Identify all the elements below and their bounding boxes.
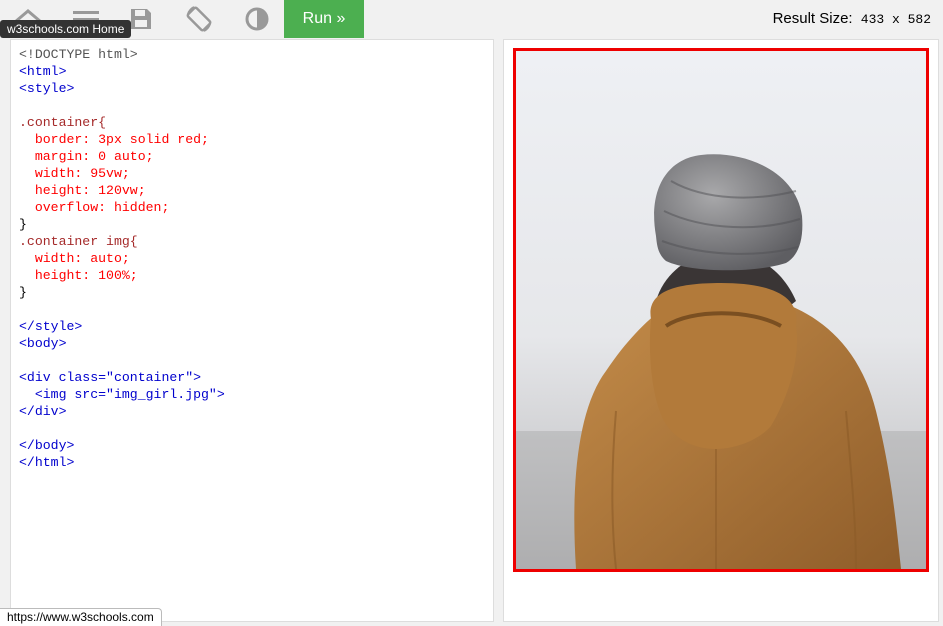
code-line: .container{	[19, 115, 107, 130]
code-line: </div>	[19, 404, 67, 419]
code-editor[interactable]: <!DOCTYPE html> <html> <style> .containe…	[10, 39, 494, 622]
result-size-value: 433 x 582	[860, 12, 931, 27]
code-line: .container img{	[19, 234, 138, 249]
code-line: </html>	[19, 455, 75, 470]
code-line: <html>	[19, 64, 67, 79]
home-tooltip: w3schools.com Home	[0, 20, 132, 38]
contrast-icon	[245, 7, 269, 31]
result-size: Result Size: 433 x 582	[773, 10, 931, 27]
result-size-label: Result Size:	[772, 10, 853, 27]
code-line: <body>	[19, 336, 67, 351]
code-line: margin: 0 auto;	[19, 149, 154, 164]
result-panel	[503, 39, 939, 622]
result-image	[516, 51, 926, 569]
code-line: <!DOCTYPE html>	[19, 47, 138, 62]
code-line: height: 100%;	[19, 268, 138, 283]
code-line: <style>	[19, 81, 75, 96]
result-container	[513, 48, 929, 572]
code-line: border: 3px solid red;	[19, 132, 209, 147]
code-line: <div class="container">	[19, 370, 202, 385]
rotate-icon	[186, 6, 212, 32]
code-line: </body>	[19, 438, 75, 453]
save-icon	[131, 9, 151, 29]
run-button[interactable]: Run »	[284, 0, 364, 38]
code-line: <img src="img_girl.jpg">	[19, 387, 225, 402]
code-line: width: auto;	[19, 251, 130, 266]
code-line: height: 120vw;	[19, 183, 146, 198]
contrast-button[interactable]	[242, 0, 272, 38]
code-line: </style>	[19, 319, 83, 334]
status-bar-url: https://www.w3schools.com	[0, 608, 162, 626]
code-line: width: 95vw;	[19, 166, 130, 181]
toolbar: Run » w3schools.com Home Result Size: 43…	[0, 0, 943, 38]
code-text[interactable]: <!DOCTYPE html> <html> <style> .containe…	[11, 40, 493, 471]
code-line: }	[19, 217, 27, 232]
code-line: overflow: hidden;	[19, 200, 170, 215]
code-line: }	[19, 285, 27, 300]
rotate-button[interactable]	[182, 0, 216, 38]
